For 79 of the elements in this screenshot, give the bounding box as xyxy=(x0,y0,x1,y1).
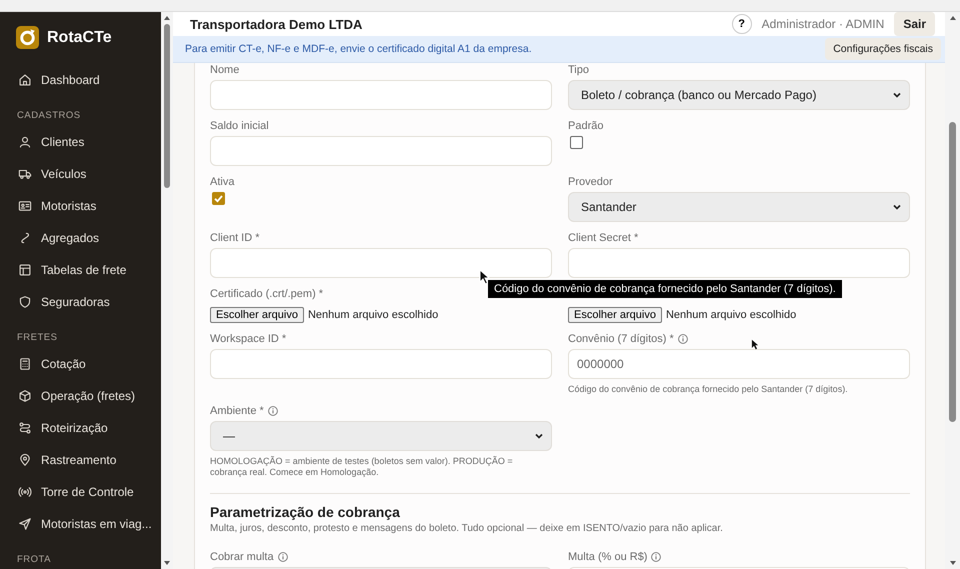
info-icon[interactable] xyxy=(278,552,288,562)
nav-item[interactable]: Roteirização xyxy=(0,412,161,444)
logo-icon xyxy=(16,26,39,49)
nav-item[interactable]: Cotação xyxy=(0,348,161,380)
field-label: Client Secret * xyxy=(568,232,638,244)
nav-item[interactable]: Seguradoras xyxy=(0,286,161,318)
box-icon xyxy=(18,389,32,403)
id-card-icon xyxy=(18,199,32,213)
nav-section-heading: FROTA xyxy=(16,553,52,567)
cursor-icon xyxy=(479,269,490,285)
info-icon[interactable] xyxy=(678,334,688,344)
map-pin-icon xyxy=(18,453,32,467)
dropdown[interactable]: Boleto / cobrança (banco ou Mercado Pago) xyxy=(568,80,910,110)
info-icon[interactable] xyxy=(268,406,278,416)
nav-item[interactable]: Torre de Controle xyxy=(0,476,161,508)
person-icon xyxy=(18,135,32,149)
fiscal-settings-button[interactable]: Configurações fiscais xyxy=(825,38,941,60)
field-label: Cobrar multa xyxy=(210,551,274,563)
field-label: Ambiente * xyxy=(210,405,264,417)
home-icon xyxy=(18,73,32,87)
field-hint: Código do convênio de cobrança fornecido pelo Santander (7 dígitos). xyxy=(568,384,849,395)
choose-file-button[interactable]: Escolher arquivo xyxy=(568,307,662,323)
chevron-icon xyxy=(534,431,544,441)
dropdown[interactable]: Santander xyxy=(568,192,910,222)
nav-section-heading: FRETES xyxy=(16,331,58,345)
company-title: Transportadora Demo LTDA xyxy=(190,16,362,32)
logout-button[interactable]: Sair xyxy=(894,12,935,36)
info-icon[interactable] xyxy=(651,552,662,562)
field-label: Client ID * xyxy=(210,232,260,244)
section-description: Multa, juros, desconto, protesto e mensagens do boleto. Tudo opcional — deixe em ISENTO/vazio para não aplicar. xyxy=(210,523,724,534)
nav-section-heading: CADASTROS xyxy=(16,109,82,123)
text-field[interactable] xyxy=(210,80,552,110)
chevron-icon xyxy=(892,90,902,100)
choose-file-button[interactable]: Escolher arquivo xyxy=(210,307,304,323)
chevron-icon xyxy=(892,202,902,212)
field-hint: HOMOLOGAÇÃO = ambiente de testes (boletos sem valor). PRODUÇÃO = cobrança real. Comece em Homologação. xyxy=(210,456,514,478)
table-icon xyxy=(18,263,32,277)
banner-message: Para emitir CT-e, NF-e e MDF-e, envie o certificado digital A1 da empresa. xyxy=(185,43,532,55)
checkbox[interactable] xyxy=(570,136,583,149)
nav-item[interactable]: Motoristas em viag... xyxy=(0,508,161,540)
text-field[interactable] xyxy=(210,136,552,166)
file-status: Nenhum arquivo escolhido xyxy=(308,309,438,321)
user-name: Administrador · ADMIN xyxy=(762,17,884,31)
text-field[interactable] xyxy=(568,248,910,278)
tooltip: Código do convênio de cobrança fornecido pelo Santander (7 dígitos). xyxy=(488,280,842,298)
nav-item[interactable]: Clientes xyxy=(0,126,161,158)
field-label: Tipo xyxy=(568,64,589,76)
nav-item[interactable]: Rastreamento xyxy=(0,444,161,476)
field-label: Ativa xyxy=(210,176,234,188)
calculator-icon xyxy=(18,357,32,371)
field-label: Workspace ID * xyxy=(210,333,286,345)
text-field[interactable] xyxy=(210,349,552,379)
nav-item[interactable]: Veículos xyxy=(0,158,161,190)
file-status: Nenhum arquivo escolhido xyxy=(666,309,796,321)
nav-item[interactable]: Dashboard xyxy=(0,64,161,96)
nav-item[interactable]: Motoristas xyxy=(0,190,161,222)
brand-name: RotaCTe xyxy=(47,28,112,46)
checkbox[interactable] xyxy=(212,192,225,205)
field-label: Padrão xyxy=(568,120,604,132)
nav-item[interactable]: Agregados xyxy=(0,222,161,254)
field-label: Saldo inicial xyxy=(210,120,269,132)
field-label: Multa (% ou R$) xyxy=(568,551,648,563)
nav-item[interactable]: Operação (fretes) xyxy=(0,380,161,412)
signal-icon xyxy=(18,485,32,499)
truck-icon xyxy=(18,167,32,181)
cursor-icon xyxy=(750,339,760,350)
field-label: Nome xyxy=(210,64,240,76)
route-icon xyxy=(18,421,32,435)
nav-item[interactable]: Tabelas de frete xyxy=(0,254,161,286)
section-title: Parametrização de cobrança xyxy=(210,504,401,520)
text-field[interactable]: 0000000 xyxy=(568,349,910,379)
send-icon xyxy=(18,517,32,531)
field-label: Convênio (7 dígitos) * xyxy=(568,333,674,345)
dropdown[interactable]: — xyxy=(210,421,552,451)
shield-icon xyxy=(18,295,32,309)
text-field[interactable] xyxy=(210,248,552,278)
help-button[interactable]: ? xyxy=(732,14,752,34)
field-label: Certificado (.crt/.pem) * xyxy=(210,288,324,300)
field-label: Provedor xyxy=(568,176,613,188)
